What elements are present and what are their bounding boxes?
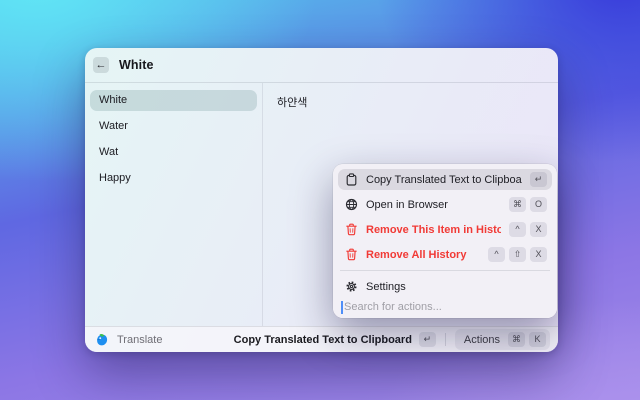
cmd-key-badge: ⌘ [508,332,525,347]
app-name: Translate [117,334,162,346]
menu-item-label: Remove This Item in History [366,224,501,236]
search-input[interactable] [344,301,549,313]
x-key-badge: X [530,247,547,262]
actions-button[interactable]: Actions ⌘ K [455,329,550,350]
menu-search-bar [333,296,557,318]
statusbar-divider [445,333,446,346]
menu-item-remove-this-item[interactable]: Remove This Item in History ^ X [338,219,552,240]
menu-item-settings[interactable]: Settings [338,276,552,296]
menu-item-remove-all-history[interactable]: Remove All History ^ ⇧ X [338,244,552,265]
menu-item-keys: ↵ [530,172,547,187]
actions-menu: Copy Translated Text to Clipboard ↵ Open… [333,164,557,318]
return-key-badge: ↵ [530,172,547,187]
actions-menu-list: Copy Translated Text to Clipboard ↵ Open… [333,164,557,296]
list-item-happy[interactable]: Happy [90,168,257,189]
globe-icon [345,198,358,211]
window-header: ← White [85,48,558,83]
cmd-key-badge: ⌘ [509,197,526,212]
history-list: White Water Wat Happy [85,83,263,326]
translate-parrot-icon [95,333,109,347]
translated-text: 하얀색 [277,97,307,109]
actions-label: Actions [464,334,500,346]
menu-item-label: Copy Translated Text to Clipboard [366,174,522,186]
text-cursor [341,301,343,314]
list-item-water[interactable]: Water [90,116,257,137]
back-arrow-icon: ← [96,60,107,71]
return-key-badge: ↵ [419,332,436,347]
o-key-badge: O [530,197,547,212]
shift-key-badge: ⇧ [509,247,526,262]
status-bar: Translate Copy Translated Text to Clipbo… [85,326,558,352]
ctrl-key-badge: ^ [488,247,505,262]
menu-item-label: Remove All History [366,249,480,261]
list-item-wat[interactable]: Wat [90,142,257,163]
trash-icon [345,223,358,236]
menu-item-keys: ^ X [509,222,547,237]
menu-item-label: Settings [366,281,539,293]
ctrl-key-badge: ^ [509,222,526,237]
menu-divider [340,270,550,271]
menu-item-open-in-browser[interactable]: Open in Browser ⌘ O [338,194,552,215]
menu-item-copy-translated-text[interactable]: Copy Translated Text to Clipboard ↵ [338,169,552,190]
page-title: White [119,58,154,72]
menu-item-keys: ⌘ O [509,197,547,212]
menu-item-keys: ^ ⇧ X [488,247,547,262]
gear-icon [345,280,358,293]
primary-action-label[interactable]: Copy Translated Text to Clipboard [234,334,412,346]
k-key-badge: K [529,332,546,347]
list-item-white[interactable]: White [90,90,257,111]
menu-item-label: Open in Browser [366,199,501,211]
clipboard-icon [345,173,358,186]
x-key-badge: X [530,222,547,237]
trash-icon [345,248,358,261]
back-button[interactable]: ← [93,57,109,73]
